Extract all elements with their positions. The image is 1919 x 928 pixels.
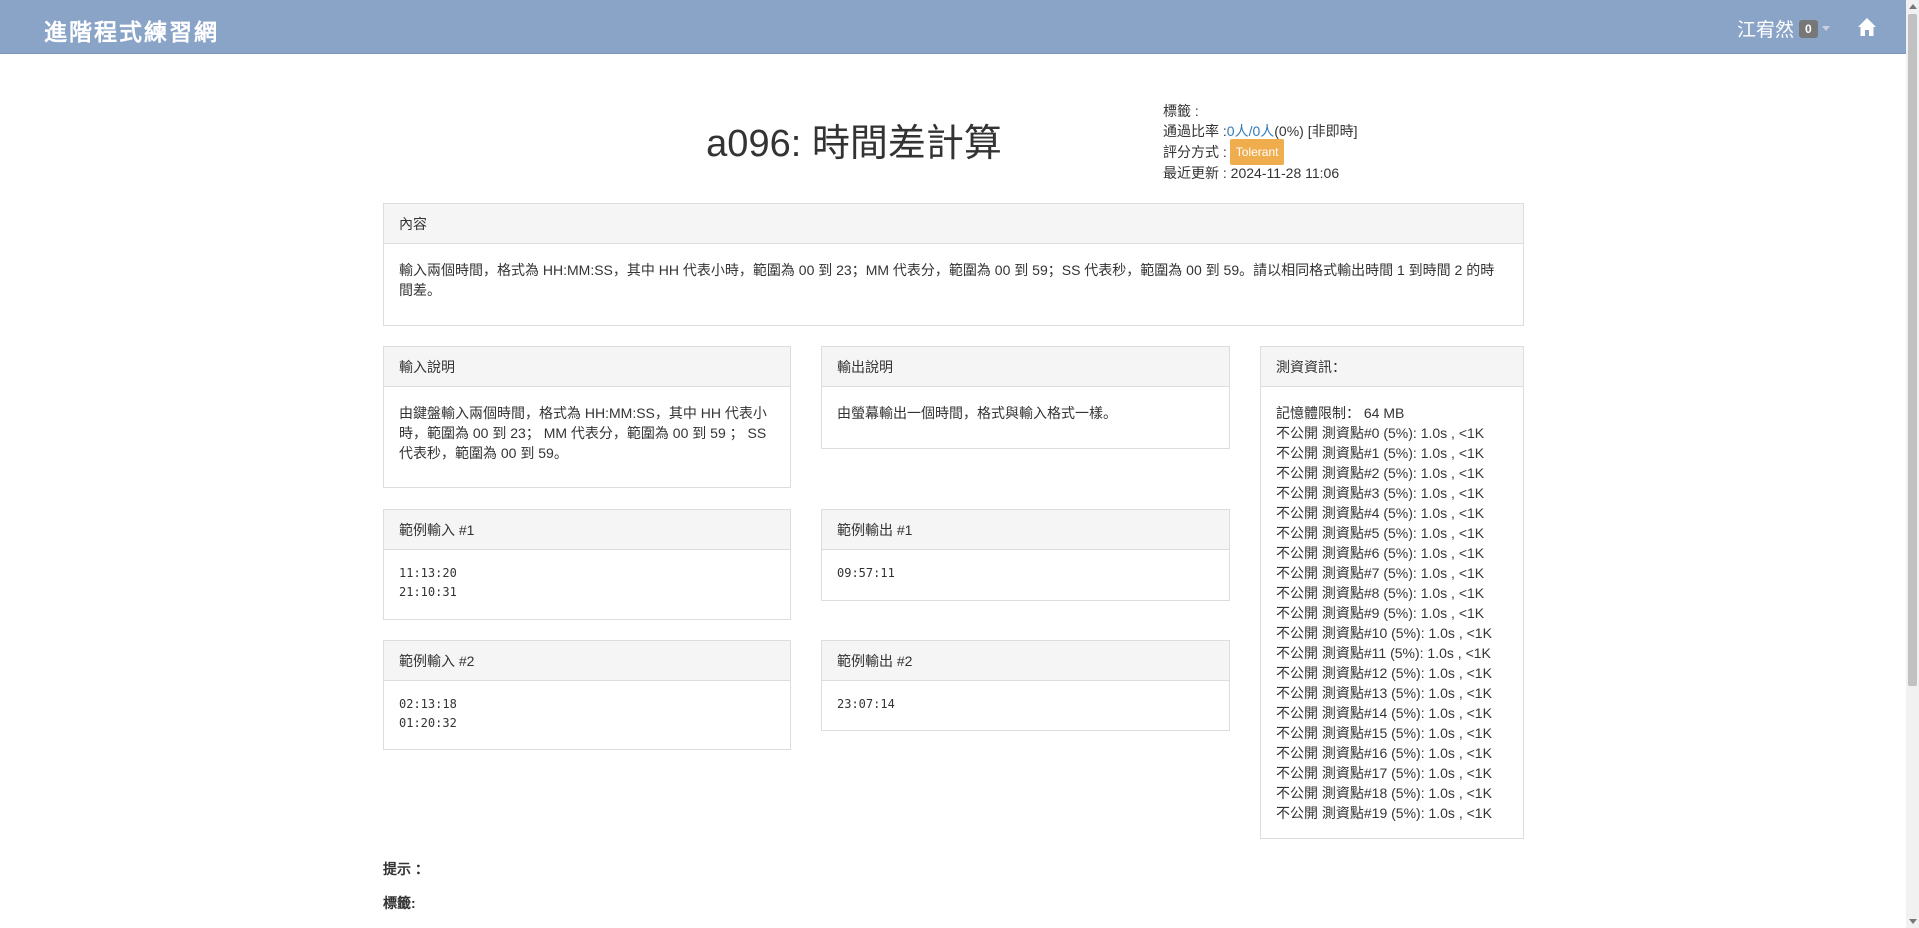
memory-limit: 記憶體限制： 64 MB xyxy=(1276,405,1405,421)
testdata-item: 不公開 測資點#0 (5%): 1.0s , <1K xyxy=(1276,425,1485,441)
testdata-item: 不公開 測資點#11 (5%): 1.0s , <1K xyxy=(1276,645,1491,661)
grading-label: 評分方式 : xyxy=(1163,144,1227,160)
testdata-item: 不公開 測資點#9 (5%): 1.0s , <1K xyxy=(1276,605,1485,621)
testdata-item: 不公開 測資點#15 (5%): 1.0s , <1K xyxy=(1276,725,1492,741)
user-menu[interactable]: 江宥然 0 xyxy=(1737,15,1830,42)
scroll-down-arrow-icon[interactable] xyxy=(1909,919,1917,924)
grading-row: 評分方式 : Tolerant xyxy=(1163,139,1357,165)
testdata-item: 不公開 測資點#6 (5%): 1.0s , <1K xyxy=(1276,545,1485,561)
sample-output-1-heading: 範例輸出 #1 xyxy=(822,510,1229,550)
pass-rate-link[interactable]: 0人/0人 xyxy=(1227,121,1274,141)
testdata-item: 不公開 測資點#10 (5%): 1.0s , <1K xyxy=(1276,625,1492,641)
testdata-item: 不公開 測資點#7 (5%): 1.0s , <1K xyxy=(1276,565,1485,581)
testdata-item: 不公開 測資點#13 (5%): 1.0s , <1K xyxy=(1276,685,1492,701)
pass-rate-suffix: (0%) [非即時] xyxy=(1274,123,1358,139)
sample-output-2-heading: 範例輸出 #2 xyxy=(822,641,1229,681)
scroll-thumb[interactable] xyxy=(1908,14,1917,686)
output-desc-heading: 輸出說明 xyxy=(822,347,1229,387)
pass-rate-label: 通過比率 : xyxy=(1163,123,1227,139)
testdata-item: 不公開 測資點#16 (5%): 1.0s , <1K xyxy=(1276,745,1492,761)
hint-label: 提示 ： xyxy=(383,861,429,877)
testdata-item: 不公開 測資點#4 (5%): 1.0s , <1K xyxy=(1276,505,1485,521)
input-desc-panel: 輸入說明 由鍵盤輸入兩個時間，格式為 HH:MM:SS，其中 HH 代表小時，範… xyxy=(383,346,791,488)
sample-input-2-text[interactable]: 02:13:18 01:20:32 xyxy=(384,681,790,748)
content-text: 輸入兩個時間，格式為 HH:MM:SS，其中 HH 代表小時，範圍為 00 到 … xyxy=(399,262,1495,298)
testdata-item: 不公開 測資點#1 (5%): 1.0s , <1K xyxy=(1276,445,1485,461)
testdata-heading: 測資資訊： xyxy=(1261,347,1523,387)
pass-rate-row: 通過比率 : 0人/0人 (0%) [非即時] xyxy=(1163,121,1357,141)
testdata-item: 不公開 測資點#5 (5%): 1.0s , <1K xyxy=(1276,525,1485,541)
testdata-list: 記憶體限制： 64 MB 不公開 測資點#0 (5%): 1.0s , <1K … xyxy=(1261,387,1523,838)
sample-input-1-heading: 範例輸入 #1 xyxy=(384,510,790,550)
testdata-item: 不公開 測資點#14 (5%): 1.0s , <1K xyxy=(1276,705,1492,721)
sample-input-2-heading: 範例輸入 #2 xyxy=(384,641,790,681)
testdata-item: 不公開 測資點#17 (5%): 1.0s , <1K xyxy=(1276,765,1492,781)
problem-meta: 標籤 : 通過比率 : 0人/0人 (0%) [非即時] 評分方式 : Tole… xyxy=(1163,101,1357,183)
problem-title: a096: 時間差計算 xyxy=(706,123,1002,165)
chevron-down-icon xyxy=(1821,26,1830,31)
page-scrollbar[interactable] xyxy=(1906,0,1919,928)
testdata-item: 不公開 測資點#12 (5%): 1.0s , <1K xyxy=(1276,665,1492,681)
updated-row: 最近更新 : 2024-11-28 11:06 xyxy=(1163,163,1357,183)
tags-row: 標籤 : xyxy=(1163,101,1357,121)
sample-output-1-text[interactable]: 09:57:11 xyxy=(822,550,1229,598)
testdata-item: 不公開 測資點#19 (5%): 1.0s , <1K xyxy=(1276,805,1492,821)
user-name: 江宥然 xyxy=(1737,20,1795,41)
sample-input-1-panel: 範例輸入 #1 11:13:20 21:10:31 xyxy=(383,509,791,620)
sample-output-1-panel: 範例輸出 #1 09:57:11 xyxy=(821,509,1230,601)
content-heading: 內容 xyxy=(384,204,1523,244)
sample-input-2-panel: 範例輸入 #2 02:13:18 01:20:32 xyxy=(383,640,791,750)
grading-badge: Tolerant xyxy=(1229,139,1285,165)
tags-footer-label: 標籤: xyxy=(383,895,416,911)
sample-output-2-panel: 範例輸出 #2 23:07:14 xyxy=(821,640,1230,731)
home-icon[interactable] xyxy=(1857,17,1877,37)
content-panel: 內容 輸入兩個時間，格式為 HH:MM:SS，其中 HH 代表小時，範圍為 00… xyxy=(383,203,1524,326)
updated-text: 最近更新 : 2024-11-28 11:06 xyxy=(1163,165,1340,181)
output-desc-text: 由螢幕輸出一個時間，格式與輸入格式一樣。 xyxy=(837,405,1117,421)
testdata-item: 不公開 測資點#8 (5%): 1.0s , <1K xyxy=(1276,585,1485,601)
scroll-up-arrow-icon[interactable] xyxy=(1909,4,1917,9)
testdata-item: 不公開 測資點#2 (5%): 1.0s , <1K xyxy=(1276,465,1485,481)
notification-badge: 0 xyxy=(1799,19,1818,38)
output-desc-panel: 輸出說明 由螢幕輸出一個時間，格式與輸入格式一樣。 xyxy=(821,346,1230,449)
top-navbar: 進階程式練習網 江宥然 0 xyxy=(0,0,1906,54)
tags-label: 標籤 : xyxy=(1163,103,1199,119)
input-desc-text: 由鍵盤輸入兩個時間，格式為 HH:MM:SS，其中 HH 代表小時，範圍為 00… xyxy=(399,405,767,461)
testdata-item: 不公開 測資點#18 (5%): 1.0s , <1K xyxy=(1276,785,1492,801)
testdata-panel: 測資資訊： 記憶體限制： 64 MB 不公開 測資點#0 (5%): 1.0s … xyxy=(1260,346,1524,839)
site-brand[interactable]: 進階程式練習網 xyxy=(44,13,219,47)
sample-output-2-text[interactable]: 23:07:14 xyxy=(822,681,1229,729)
testdata-item: 不公開 測資點#3 (5%): 1.0s , <1K xyxy=(1276,485,1485,501)
input-desc-heading: 輸入說明 xyxy=(384,347,790,387)
sample-input-1-text[interactable]: 11:13:20 21:10:31 xyxy=(384,550,790,617)
